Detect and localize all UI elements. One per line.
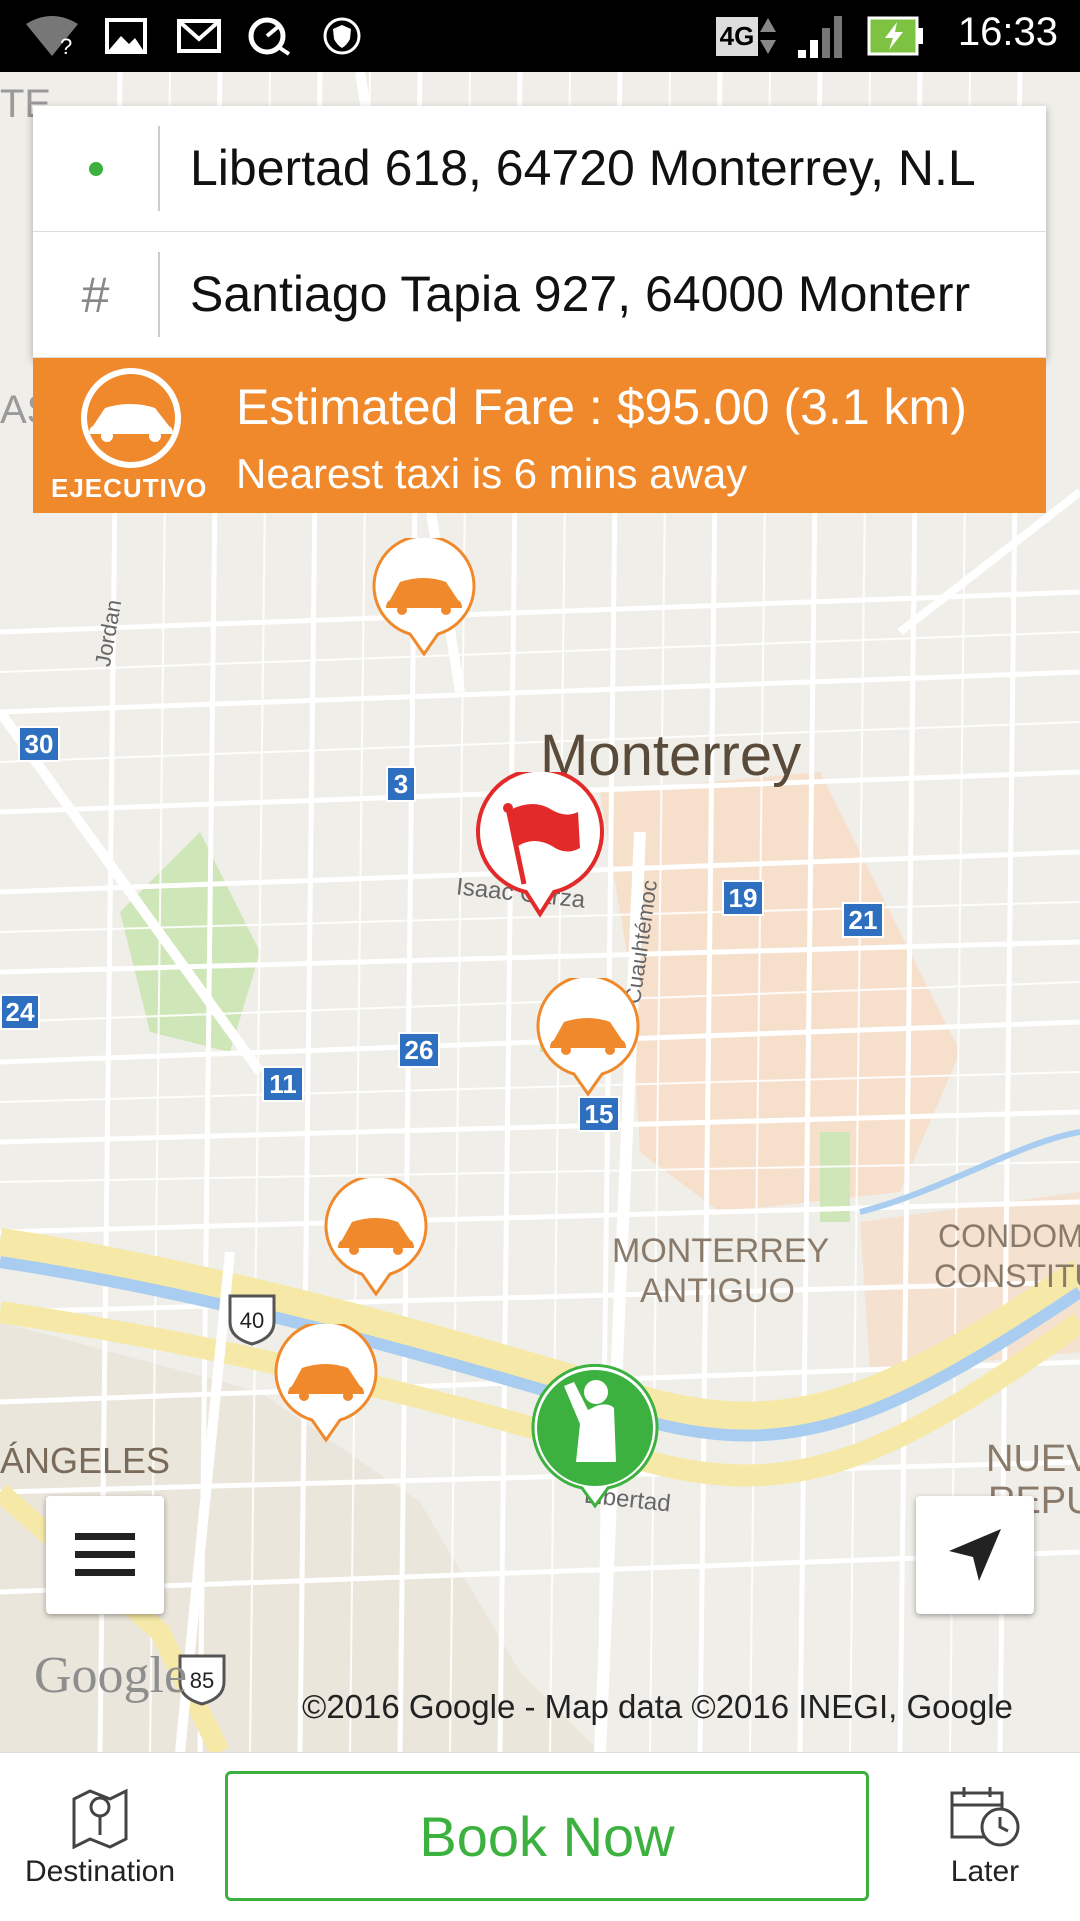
taxi-pin[interactable] — [372, 534, 476, 663]
destination-flag-pin[interactable] — [474, 767, 606, 923]
svg-text:85: 85 — [190, 1668, 214, 1693]
my-location-button[interactable] — [916, 1496, 1034, 1614]
signal-icon — [795, 12, 847, 60]
pickup-location-pin[interactable] — [530, 1363, 660, 1515]
waving-person-icon — [531, 1363, 659, 1509]
divider — [158, 126, 160, 211]
route-badge: 26 — [398, 1032, 440, 1068]
map-pin-icon — [72, 1788, 128, 1849]
pickup-row[interactable]: Libertad 618, 64720 Monterrey, N.L — [33, 106, 1046, 232]
destination-row[interactable]: # Santiago Tapia 927, 64000 Monterr — [33, 232, 1046, 358]
taxi-pin[interactable] — [324, 1174, 428, 1303]
menu-button[interactable] — [46, 1496, 164, 1614]
taxi-car-icon — [372, 534, 476, 657]
divider — [158, 252, 160, 337]
destination-address-field[interactable]: Santiago Tapia 927, 64000 Monterr — [190, 232, 1026, 357]
network-4g-icon: 4G — [712, 12, 782, 60]
route-badge: 24 — [0, 994, 40, 1030]
taxi-car-icon — [536, 974, 640, 1097]
district-label-nuev-1: NUEV — [986, 1438, 1080, 1480]
gmail-icon — [176, 12, 222, 60]
district-label-2: ANTIGUO — [640, 1272, 795, 1310]
google-logo: Google — [34, 1647, 188, 1704]
hamburger-menu-icon — [75, 1533, 135, 1576]
wifi-question-icon: ? — [22, 12, 82, 60]
district-label-angeles: ÁNGELES — [0, 1440, 171, 1481]
route-badge: 30 — [18, 726, 60, 762]
speed-icon — [246, 12, 292, 60]
fare-estimate-bar[interactable]: EJECUTIVO Estimated Fare : $95.00 (3.1 k… — [33, 358, 1046, 513]
route-badge: 21 — [842, 902, 884, 938]
svg-text:40: 40 — [240, 1308, 264, 1333]
shield-icon — [322, 12, 362, 60]
navigation-arrow-icon — [949, 1529, 1001, 1581]
destination-button[interactable]: Destination — [0, 1753, 200, 1921]
network-label: 4G — [715, 16, 759, 56]
svg-text:?: ? — [60, 34, 72, 58]
car-class-label: EJECUTIVO — [51, 473, 208, 503]
book-now-button[interactable]: Book Now — [225, 1771, 869, 1901]
taxi-car-icon — [274, 1320, 378, 1443]
battery-charging-icon — [866, 12, 926, 60]
district-label-condom-2: CONSTITU — [934, 1258, 1080, 1294]
route-badge: 11 — [262, 1066, 304, 1102]
clock: 16:33 — [957, 10, 1058, 54]
nearest-taxi-text: Nearest taxi is 6 mins away — [236, 450, 748, 497]
destination-label: Destination — [24, 1855, 176, 1888]
highway-shield-icon: 40 — [226, 1292, 278, 1351]
car-class-icon — [79, 366, 183, 475]
district-label-condom-1: CONDOM — [938, 1218, 1080, 1254]
status-bar: ? 4G 16:33 — [0, 0, 1080, 72]
district-label-1: MONTERREY — [612, 1232, 830, 1270]
red-flag-icon — [476, 767, 604, 918]
calendar-clock-icon — [950, 1787, 1020, 1847]
route-badge: 3 — [386, 766, 416, 802]
taxi-car-icon — [324, 1174, 428, 1297]
hash-icon: # — [81, 266, 110, 323]
bottom-bar: Destination Book Now Later — [0, 1752, 1080, 1921]
green-dot-icon — [33, 106, 158, 231]
map-attribution[interactable]: ©2016 Google - Map data ©2016 INEGI, Goo… — [302, 1688, 1013, 1726]
route-badge: 19 — [722, 880, 764, 916]
book-later-button[interactable]: Later — [890, 1753, 1080, 1921]
address-card: Libertad 618, 64720 Monterrey, N.L # San… — [33, 106, 1046, 358]
taxi-pin[interactable] — [536, 974, 640, 1103]
image-icon — [104, 12, 148, 60]
taxi-pin[interactable] — [274, 1320, 378, 1449]
pickup-address-field[interactable]: Libertad 618, 64720 Monterrey, N.L — [190, 106, 1026, 231]
later-label: Later — [950, 1855, 1020, 1888]
estimated-fare-text: Estimated Fare : $95.00 (3.1 km) — [236, 379, 967, 435]
